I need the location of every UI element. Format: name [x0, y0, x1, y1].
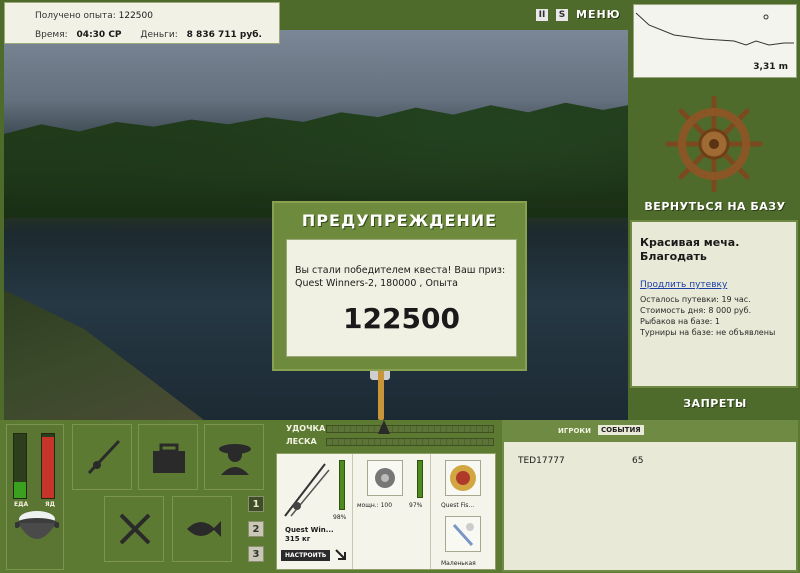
poison-meter-fill: [42, 437, 54, 498]
gauge-marker-icon: [378, 420, 390, 434]
food-meter-fill: [14, 482, 26, 498]
page-2-button[interactable]: 2: [248, 521, 264, 537]
forest: [4, 102, 628, 218]
setup-button[interactable]: НАСТРОИТЬ: [281, 550, 331, 561]
day-cost: Стоимость дня: 8 000 руб.: [640, 306, 752, 315]
reel-power: мощн.: 100: [357, 502, 393, 509]
xp-value: 122500: [118, 11, 153, 21]
rod-icon: [87, 439, 121, 475]
rod-item-icon: [284, 463, 330, 517]
player-name: TED17777: [518, 456, 565, 466]
player-value: 65: [632, 456, 644, 466]
rod-percent: 98%: [333, 514, 347, 521]
tab-players[interactable]: ИГРОКИ: [558, 427, 591, 435]
time-value: 04:30 СР: [76, 30, 122, 40]
sound-button[interactable]: S: [556, 8, 568, 21]
reel-item-icon: [367, 460, 403, 496]
poison-meter: [41, 433, 55, 499]
tackle-slot[interactable]: Quest Fis... Маленькая: [431, 454, 495, 569]
rod-gauge-label: УДОЧКА: [286, 424, 326, 433]
rod-name: Quest Win...: [285, 526, 334, 534]
base-details: Осталось путевки: 19 час. Стоимость дня:…: [640, 294, 775, 338]
rod-panel[interactable]: 98% Quest Win... 315 кг НАСТРОИТЬ мощн.:…: [276, 453, 496, 570]
reward-amount: 122500: [343, 302, 460, 335]
rods-button[interactable]: [72, 424, 132, 490]
line-name: Quest Fis...: [441, 502, 475, 509]
extend-ticket-link[interactable]: Продлить путевку: [640, 280, 727, 290]
rod-weight: 315 кг: [285, 535, 311, 543]
lure-name: Маленькая: [441, 560, 476, 567]
tackle-box-button[interactable]: [138, 424, 198, 490]
events-panel: ИГРОКИ СОБЫТИЯ TED17777 65: [502, 420, 798, 572]
base-info-panel: Красивая меча. Благодать Продлить путевк…: [630, 220, 798, 388]
rod-tension-gauge: [326, 425, 494, 433]
money-label: Деньги:: [140, 30, 178, 40]
menu-button[interactable]: МЕНЮ: [576, 8, 621, 21]
time-money-line: Время: 04:30 СР Деньги: 8 836 711 руб.: [35, 30, 262, 40]
money-value: 8 836 711 руб.: [186, 30, 262, 40]
warning-dialog[interactable]: ПРЕДУПРЕЖДЕНИЕ Вы стали победителем квес…: [272, 201, 527, 371]
base-name: Красивая меча. Благодать: [640, 236, 740, 263]
rod-condition-bar: [339, 460, 345, 510]
fishers-count: Рыбаков на базе: 1: [640, 317, 720, 326]
lure-item-icon: [445, 516, 481, 552]
xp-label: Получено опыта:: [35, 11, 116, 21]
page-1-button[interactable]: 1: [248, 496, 264, 512]
line-gauge-label: ЛЕСКА: [286, 437, 317, 446]
line-item-icon: [445, 460, 481, 496]
shore: [4, 290, 204, 420]
return-to-base-button[interactable]: ВЕРНУТЬСЯ НА БАЗУ: [633, 200, 797, 213]
food-icon: [119, 513, 151, 545]
reel-condition-bar: [417, 460, 423, 498]
line-tension-gauge: [326, 438, 494, 446]
stats-panel: Получено опыта: 122500 Время: 04:30 СР Д…: [4, 2, 280, 44]
food-button[interactable]: [104, 496, 164, 562]
tackle-box-icon: [153, 443, 185, 473]
fish-button[interactable]: [172, 496, 232, 562]
reel-slot[interactable]: мощн.: 100 97%: [353, 454, 431, 569]
tab-events[interactable]: СОБЫТИЯ: [598, 425, 644, 435]
time-label: Время:: [35, 30, 68, 40]
arrow-icon: [335, 549, 346, 560]
tournaments-status: Турниры на базе: не объявлены: [640, 328, 776, 337]
warning-body: Вы стали победителем квеста! Ваш приз: Q…: [286, 239, 517, 357]
character-button[interactable]: [204, 424, 264, 490]
warning-message: Вы стали победителем квеста! Ваш приз: Q…: [295, 265, 506, 289]
fish-icon: [187, 521, 221, 537]
pause-button[interactable]: II: [536, 8, 548, 21]
bans-button[interactable]: ЗАПРЕТЫ: [633, 397, 797, 410]
page-3-button[interactable]: 3: [248, 546, 264, 562]
rod-slot[interactable]: 98% Quest Win... 315 кг НАСТРОИТЬ: [277, 454, 353, 569]
warning-title: ПРЕДУПРЕЖДЕНИЕ: [301, 211, 498, 230]
depth-map[interactable]: 3,31 m: [633, 4, 797, 78]
ticket-remaining: Осталось путевки: 19 час.: [640, 295, 751, 304]
status-meters: ЕДА ЯД: [6, 424, 64, 570]
ship-wheel-icon[interactable]: [664, 94, 764, 194]
fishing-rod: [378, 370, 384, 420]
reel-percent: 97%: [409, 502, 423, 509]
depth-value: 3,31 m: [753, 62, 788, 72]
pot-icon[interactable]: [15, 507, 59, 547]
fisherman-icon: [219, 444, 251, 475]
events-tabs: ИГРОКИ СОБЫТИЯ: [504, 422, 796, 442]
food-meter: [13, 433, 27, 499]
top-controls: II S МЕНЮ: [536, 8, 621, 21]
xp-line: Получено опыта: 122500: [35, 11, 153, 21]
